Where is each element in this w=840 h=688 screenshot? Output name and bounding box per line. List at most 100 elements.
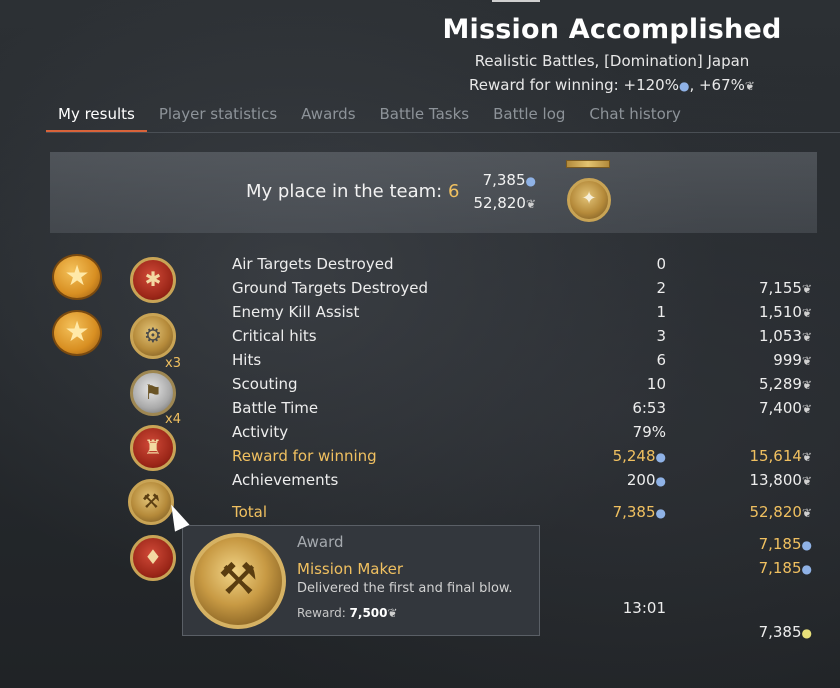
tooltip-description: Delivered the first and final blow. (297, 581, 513, 596)
drop-icon: ● (801, 538, 812, 552)
stat-reward: 7,400❦ (700, 399, 812, 417)
tooltip-award-name: Mission Maker (297, 560, 404, 578)
extra-rp: 7,185● (700, 559, 812, 577)
stat-count: 1 (656, 303, 666, 321)
stat-label: Hits (232, 351, 262, 369)
stat-count: 3 (656, 327, 666, 345)
tab-chat-history[interactable]: Chat history (577, 100, 692, 132)
total-sl-value: 52,820 (749, 503, 802, 521)
stat-count: 5,248● (566, 447, 666, 465)
eagle-icon: ❦ (801, 282, 812, 296)
stat-label: Ground Targets Destroyed (232, 279, 429, 297)
stat-label: Activity (232, 423, 289, 441)
stat-label: Air Targets Destroyed (232, 255, 394, 273)
drop-icon: ● (801, 626, 812, 640)
stat-reward: 5,289❦ (700, 375, 812, 393)
stat-count-value: 5,248 (612, 447, 656, 465)
stat-reward-value: 5,289 (758, 375, 802, 393)
gold-star-award-icon[interactable]: ★ (52, 254, 102, 300)
stat-reward-value: 15,614 (749, 447, 802, 465)
reward-mid: , +67% (689, 76, 745, 94)
helmet-award-icon[interactable]: ♜ (130, 425, 176, 471)
stat-count: 79% (632, 423, 666, 441)
total-sl: 52,820❦ (700, 503, 812, 521)
stat-label: Critical hits (232, 327, 317, 345)
tab-battle-log[interactable]: Battle log (481, 100, 577, 132)
eagle-icon: ❦ (744, 79, 755, 93)
tab-awards[interactable]: Awards (289, 100, 367, 132)
result-tabs: My results Player statistics Awards Batt… (46, 100, 693, 132)
extra-rp-value: 7,185 (758, 559, 802, 577)
reward-for-winning: Reward for winning: +120%●, +67%❦ (384, 76, 840, 94)
tooltip-category: Award (297, 533, 344, 551)
armor-award-icon[interactable]: ♦ (130, 535, 176, 581)
stat-count: 10 (646, 375, 666, 393)
eagle-icon: ❦ (801, 450, 812, 464)
stat-reward: 1,053❦ (700, 327, 812, 345)
award-multiplier: x3 (165, 356, 181, 371)
stat-reward: 999❦ (700, 351, 812, 369)
stat-count: 200● (566, 471, 666, 489)
tab-my-results[interactable]: My results (46, 100, 147, 132)
stat-reward-value: 999 (773, 351, 802, 369)
eagle-icon: ❦ (801, 354, 812, 368)
place-silver-lions: 52,820❦ (440, 194, 536, 212)
stat-reward-value: 7,155 (758, 279, 802, 297)
stat-label: Achievements (232, 471, 339, 489)
final-rp-value: 7,385 (758, 623, 802, 641)
eagle-icon: ❦ (801, 474, 812, 488)
eagle-icon: ❦ (387, 606, 398, 620)
eagle-icon: ❦ (801, 402, 812, 416)
top-indicator (492, 0, 540, 2)
tank-award-icon[interactable]: ⚙ (130, 313, 176, 359)
extra-rp-value: 7,185 (758, 535, 802, 553)
reward-prefix: Reward for winning: +120% (469, 76, 679, 94)
total-rp: 7,385● (566, 503, 666, 521)
extra-rp: 7,185● (700, 535, 812, 553)
tooltip-reward: Reward: 7,500❦ (297, 606, 398, 620)
mission-maker-medal-icon: ⚒ (190, 533, 286, 629)
stat-count: 2 (656, 279, 666, 297)
total-rp-value: 7,385 (612, 503, 656, 521)
stat-reward-value: 1,053 (758, 327, 802, 345)
tooltip-reward-value: 7,500 (349, 606, 388, 620)
stat-label: Reward for winning (232, 447, 377, 465)
stat-count: 6:53 (632, 399, 666, 417)
medal-ribbon (566, 160, 610, 168)
page-title: Mission Accomplished (442, 14, 782, 45)
team-place-label: My place in the team: 6 (246, 181, 459, 202)
drop-icon: ● (678, 79, 690, 93)
stat-count-value: 200 (626, 471, 656, 489)
stat-count: 6 (656, 351, 666, 369)
drop-icon: ● (525, 174, 536, 188)
tab-divider (46, 132, 840, 133)
scout-award-icon[interactable]: ⚑ (130, 370, 176, 416)
stat-reward: 13,800❦ (700, 471, 812, 489)
mission-maker-award-icon[interactable]: ⚒ (128, 479, 174, 525)
drop-icon: ● (655, 450, 666, 464)
battle-award-icon[interactable]: ✱ (130, 257, 176, 303)
final-rp: 7,385● (700, 623, 812, 641)
stat-reward-value: 7,400 (758, 399, 802, 417)
eagle-icon: ❦ (801, 378, 812, 392)
eagle-icon: ❦ (525, 197, 536, 211)
stat-label: Scouting (232, 375, 298, 393)
session-time: 13:01 (622, 599, 666, 617)
stat-label: Enemy Kill Assist (232, 303, 360, 321)
tab-player-statistics[interactable]: Player statistics (147, 100, 289, 132)
tooltip-reward-label: Reward: (297, 606, 350, 620)
eagle-icon: ❦ (801, 330, 812, 344)
team-place-text: My place in the team: (246, 181, 448, 202)
stat-reward: 1,510❦ (700, 303, 812, 321)
total-label: Total (232, 503, 268, 521)
eagle-icon: ❦ (801, 306, 812, 320)
stat-reward: 7,155❦ (700, 279, 812, 297)
place-research-points: 7,385● (440, 171, 536, 189)
stat-reward-value: 13,800 (749, 471, 802, 489)
place-sl-value: 52,820 (473, 194, 526, 212)
tab-battle-tasks[interactable]: Battle Tasks (368, 100, 482, 132)
award-multiplier: x4 (165, 412, 181, 427)
place-medal-icon: ✦ (567, 178, 611, 222)
drop-icon: ● (655, 506, 666, 520)
gold-star-award-icon[interactable]: ★ (52, 310, 102, 356)
